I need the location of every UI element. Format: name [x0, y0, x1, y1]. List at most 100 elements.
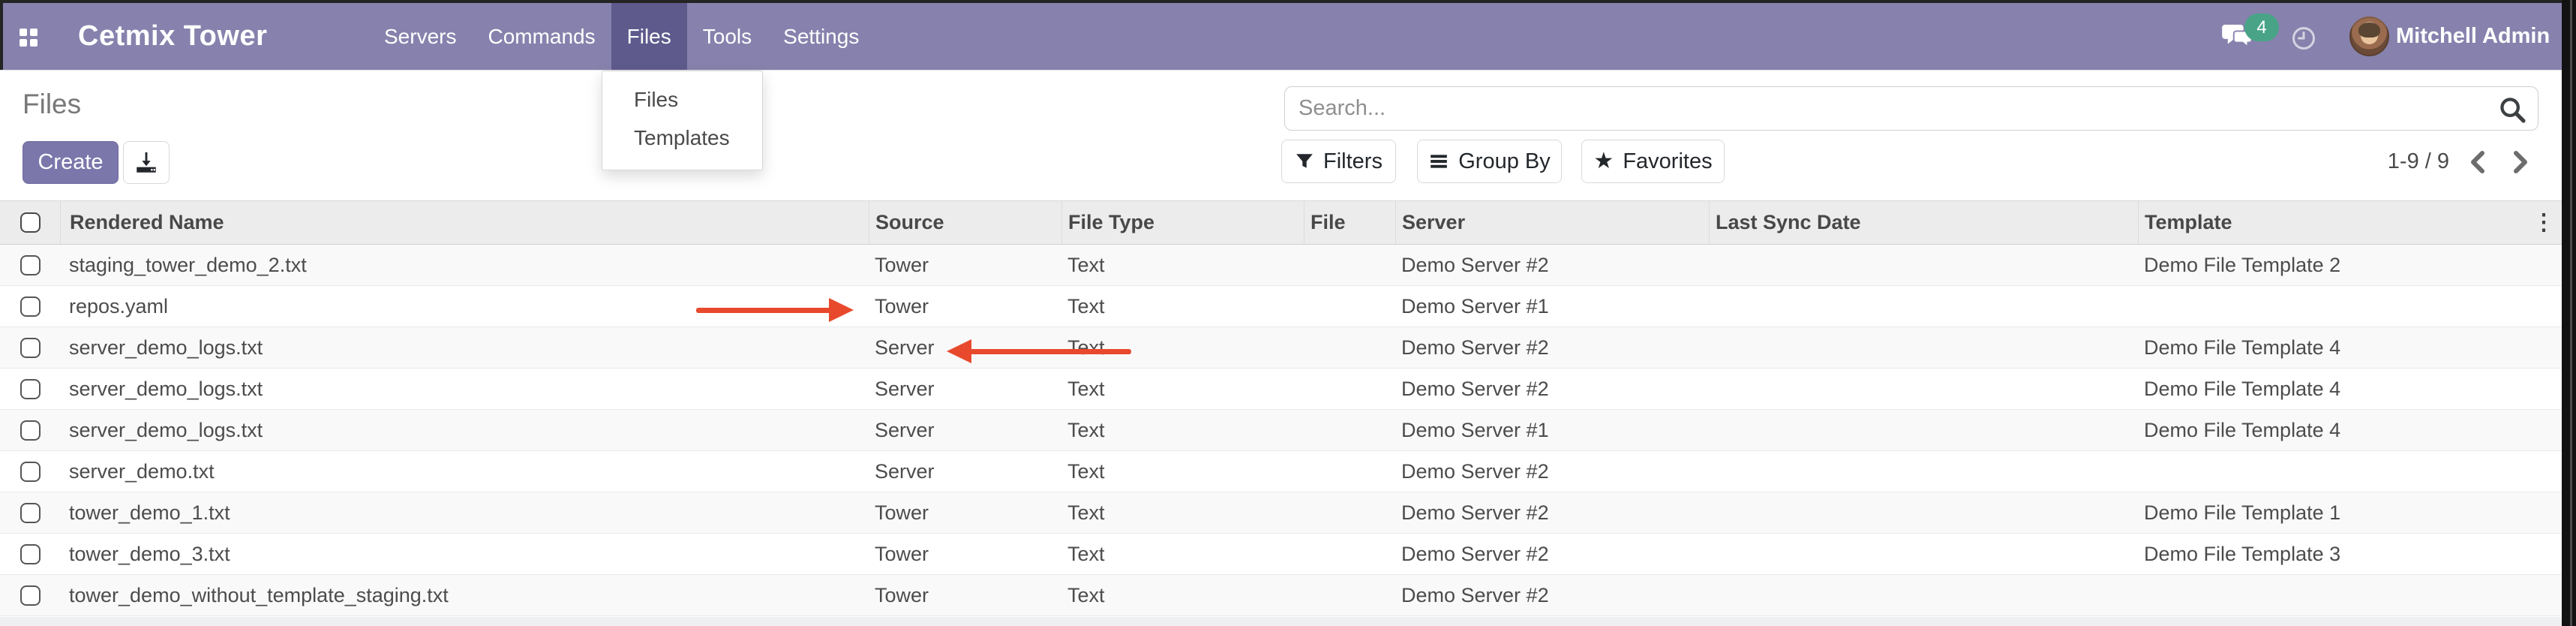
cell-rendered-name: tower_demo_1.txt [60, 492, 869, 533]
table-row[interactable]: server_demo_logs.txt Server Text Demo Se… [0, 369, 2562, 410]
cell-template [2138, 451, 2528, 492]
cell-source: Server [869, 410, 1061, 450]
menu-item-files[interactable]: Files [611, 3, 687, 70]
cell-source: Tower [869, 575, 1061, 615]
cell-server: Demo Server #2 [1395, 369, 1709, 409]
cell-last-sync-date [1709, 451, 2138, 492]
search-input[interactable] [1285, 87, 2538, 130]
row-checkbox[interactable] [20, 462, 41, 482]
table-row[interactable]: server_demo_logs.txt Server Text Demo Se… [0, 410, 2562, 451]
filters-button[interactable]: Filters [1281, 140, 1396, 183]
messages-button[interactable]: 4 [2222, 14, 2276, 59]
pager-range: 1-9 / 9 [2355, 140, 2449, 183]
activities-button[interactable] [2291, 26, 2316, 51]
user-avatar[interactable] [2349, 17, 2389, 56]
group-by-button[interactable]: Group By [1417, 140, 1562, 183]
cell-server: Demo Server #1 [1395, 286, 1709, 327]
group-by-label: Group By [1458, 149, 1551, 174]
search-bar [1284, 86, 2538, 131]
table-row[interactable]: server_demo.txt Server Text Demo Server … [0, 451, 2562, 492]
table-footer-area [0, 617, 2562, 626]
app-brand[interactable]: Cetmix Tower [78, 3, 267, 70]
cell-server: Demo Server #2 [1395, 327, 1709, 368]
table-row[interactable]: tower_demo_without_template_staging.txt … [0, 575, 2562, 616]
cell-server: Demo Server #1 [1395, 410, 1709, 450]
menu-item-settings[interactable]: Settings [767, 3, 875, 70]
import-button[interactable] [123, 141, 170, 184]
apps-menu-icon[interactable] [20, 29, 38, 47]
row-checkbox[interactable] [20, 296, 41, 317]
row-checkbox[interactable] [20, 338, 41, 358]
column-header-template[interactable]: Template [2138, 201, 2528, 244]
table-row[interactable]: tower_demo_1.txt Tower Text Demo Server … [0, 492, 2562, 534]
cell-source: Server [869, 451, 1061, 492]
cell-template: Demo File Template 4 [2138, 369, 2528, 409]
cell-server: Demo Server #2 [1395, 492, 1709, 533]
cell-source: Tower [869, 492, 1061, 533]
cell-file-type: Text [1061, 451, 1304, 492]
cell-template: Demo File Template 1 [2138, 492, 2528, 533]
table-row[interactable]: repos.yaml Tower Text Demo Server #1 [0, 286, 2562, 327]
row-checkbox[interactable] [20, 544, 41, 564]
cell-last-sync-date [1709, 245, 2138, 285]
table-row[interactable]: server_demo_logs.txt Server Text Demo Se… [0, 327, 2562, 369]
cell-template: Demo File Template 2 [2138, 245, 2528, 285]
row-checkbox[interactable] [20, 585, 41, 606]
menu-item-servers[interactable]: Servers [368, 3, 472, 70]
screen-right-edge [2562, 0, 2576, 626]
column-header-file[interactable]: File [1304, 201, 1395, 244]
menu-item-commands[interactable]: Commands [472, 3, 611, 70]
cell-rendered-name: server_demo_logs.txt [60, 369, 869, 409]
cell-file-type: Text [1061, 410, 1304, 450]
column-header-last-sync-date[interactable]: Last Sync Date [1709, 201, 2138, 244]
select-all-cell [0, 201, 60, 244]
select-all-checkbox[interactable] [20, 212, 41, 233]
cell-rendered-name: tower_demo_without_template_staging.txt [60, 575, 869, 615]
clock-icon [2291, 26, 2316, 51]
annotation-arrow-right [696, 298, 854, 322]
cell-template [2138, 575, 2528, 615]
cell-file-type: Text [1061, 286, 1304, 327]
row-checkbox[interactable] [20, 420, 41, 441]
cell-template: Demo File Template 4 [2138, 410, 2528, 450]
column-options-button[interactable]: ⋮ [2530, 201, 2557, 244]
cell-server: Demo Server #2 [1395, 534, 1709, 574]
column-header-server[interactable]: Server [1395, 201, 1709, 244]
cell-file-type: Text [1061, 492, 1304, 533]
row-checkbox[interactable] [20, 379, 41, 399]
cell-file-type: Text [1061, 575, 1304, 615]
cell-file [1304, 575, 1395, 615]
top-navbar: Cetmix Tower Servers Commands Files Tool… [3, 3, 2562, 70]
table-row[interactable]: tower_demo_3.txt Tower Text Demo Server … [0, 534, 2562, 575]
menu-item-tools[interactable]: Tools [687, 3, 767, 70]
cell-file [1304, 492, 1395, 533]
create-button[interactable]: Create [23, 141, 119, 184]
search-icon[interactable] [2497, 95, 2527, 125]
dropdown-item-templates[interactable]: Templates [602, 119, 762, 157]
column-header-source[interactable]: Source [869, 201, 1061, 244]
dropdown-item-files[interactable]: Files [602, 80, 762, 119]
favorites-button[interactable]: ★ Favorites [1581, 140, 1725, 183]
user-menu[interactable]: Mitchell Admin [2396, 3, 2550, 70]
cell-rendered-name: server_demo.txt [60, 451, 869, 492]
pager-previous-button[interactable] [2463, 147, 2493, 177]
column-header-file-type[interactable]: File Type [1061, 201, 1304, 244]
cell-source: Tower [869, 245, 1061, 285]
cell-rendered-name: server_demo_logs.txt [60, 410, 869, 450]
table-row[interactable]: staging_tower_demo_2.txt Tower Text Demo… [0, 245, 2562, 286]
cell-file [1304, 410, 1395, 450]
cell-last-sync-date [1709, 327, 2138, 368]
column-header-rendered-name[interactable]: Rendered Name [60, 201, 869, 244]
cell-file [1304, 534, 1395, 574]
cell-file-type: Text [1061, 534, 1304, 574]
cell-last-sync-date [1709, 286, 2138, 327]
row-checkbox[interactable] [20, 503, 41, 523]
files-list-table: Rendered Name Source File Type File Serv… [0, 200, 2562, 616]
cell-file [1304, 369, 1395, 409]
cell-last-sync-date [1709, 575, 2138, 615]
cell-server: Demo Server #2 [1395, 575, 1709, 615]
pager-next-button[interactable] [2505, 147, 2535, 177]
row-checkbox[interactable] [20, 255, 41, 275]
filters-label: Filters [1323, 149, 1383, 174]
cell-server: Demo Server #2 [1395, 451, 1709, 492]
